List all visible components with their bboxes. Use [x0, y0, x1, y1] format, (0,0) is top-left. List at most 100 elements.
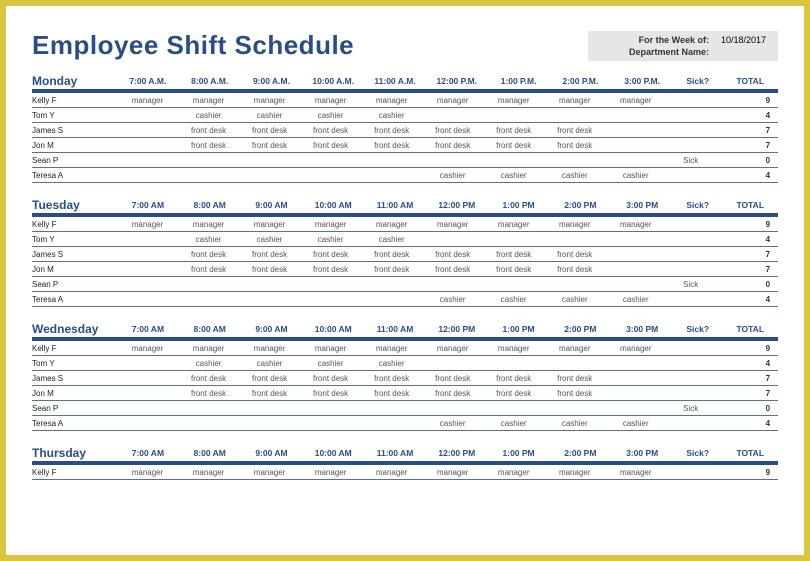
shift-cell: front desk [483, 374, 544, 383]
time-header: 1:00 PM [488, 195, 550, 213]
employee-name: Teresa A [32, 295, 117, 304]
time-header: 9:00 A.M. [241, 71, 303, 89]
day-name: Thursday [32, 443, 117, 461]
total-cell: 9 [715, 96, 778, 105]
time-header: 1:00 PM [488, 443, 550, 461]
table-row: Jon Mfront deskfront deskfront deskfront… [32, 386, 778, 401]
table-row: Tom Ycashiercashiercashiercashier4 [32, 108, 778, 123]
time-header: 8:00 AM [179, 443, 241, 461]
time-header: 3:00 PM [611, 319, 673, 337]
shift-cell: front desk [178, 126, 239, 135]
table-row: Sean PSick0 [32, 401, 778, 416]
employee-name: James S [32, 250, 117, 259]
shift-cell: manager [239, 344, 300, 353]
shift-cell: cashier [239, 359, 300, 368]
employee-name: Kelly F [32, 220, 117, 229]
employee-name: Jon M [32, 141, 117, 150]
table-row: Teresa Acashiercashiercashiercashier4 [32, 168, 778, 183]
table-row: Jon Mfront deskfront deskfront deskfront… [32, 138, 778, 153]
shift-cell: manager [422, 96, 483, 105]
shift-cell: front desk [239, 389, 300, 398]
time-header: 12:00 PM [426, 319, 488, 337]
time-header: 7:00 A.M. [117, 71, 179, 89]
day-block: Tuesday7:00 AM8:00 AM9:00 AM10:00 AM11:0… [32, 195, 778, 307]
shift-cell: cashier [239, 111, 300, 120]
time-header: 2:00 PM [549, 195, 611, 213]
shift-cell: cashier [178, 111, 239, 120]
day-header: Tuesday7:00 AM8:00 AM9:00 AM10:00 AM11:0… [32, 195, 778, 217]
table-row: Teresa Acashiercashiercashiercashier4 [32, 292, 778, 307]
time-header: 1:00 PM [488, 319, 550, 337]
shift-cell: manager [117, 220, 178, 229]
shift-cell: cashier [300, 235, 361, 244]
shift-cell: front desk [483, 250, 544, 259]
shift-cell: manager [544, 220, 605, 229]
employee-name: Tom Y [32, 111, 117, 120]
shift-cell: manager [605, 220, 666, 229]
shift-cell: front desk [422, 126, 483, 135]
employee-name: Kelly F [32, 344, 117, 353]
shift-cell: manager [300, 220, 361, 229]
total-cell: 7 [715, 374, 778, 383]
shift-cell: front desk [483, 141, 544, 150]
shift-cell: cashier [544, 295, 605, 304]
total-header: TOTAL [722, 319, 778, 337]
employee-name: Sean P [32, 280, 117, 289]
shift-cell: cashier [605, 295, 666, 304]
shift-cell: front desk [422, 141, 483, 150]
shift-cell: manager [483, 220, 544, 229]
shift-cell: cashier [178, 235, 239, 244]
shift-cell: manager [178, 468, 239, 477]
total-header: TOTAL [722, 195, 778, 213]
time-header: 7:00 AM [117, 319, 179, 337]
day-header: Thursday7:00 AM8:00 AM9:00 AM10:00 AM11:… [32, 443, 778, 465]
day-header: Wednesday7:00 AM8:00 AM9:00 AM10:00 AM11… [32, 319, 778, 341]
employee-name: Sean P [32, 156, 117, 165]
shift-cell: front desk [239, 141, 300, 150]
shift-cell: front desk [239, 374, 300, 383]
shift-cell: front desk [544, 126, 605, 135]
table-row: Kelly Fmanagermanagermanagermanagermanag… [32, 341, 778, 356]
shift-cell: cashier [361, 111, 422, 120]
time-header: 11:00 AM [364, 195, 426, 213]
shift-cell: front desk [178, 141, 239, 150]
meta-week-label: For the Week of: [596, 35, 709, 45]
table-row: Kelly Fmanagermanagermanagermanagermanag… [32, 465, 778, 480]
employee-name: James S [32, 374, 117, 383]
shift-cell: manager [117, 468, 178, 477]
employee-name: James S [32, 126, 117, 135]
table-row: Jon Mfront deskfront deskfront deskfront… [32, 262, 778, 277]
time-header: 10:00 AM [302, 195, 364, 213]
shift-cell: front desk [544, 265, 605, 274]
shift-cell: cashier [422, 295, 483, 304]
shift-cell: manager [117, 344, 178, 353]
shift-cell: front desk [178, 250, 239, 259]
employee-name: Teresa A [32, 419, 117, 428]
sick-header: Sick? [673, 319, 722, 337]
total-cell: 4 [715, 359, 778, 368]
meta-dept-label: Department Name: [596, 47, 709, 57]
shift-cell: front desk [239, 250, 300, 259]
shift-cell: front desk [300, 265, 361, 274]
time-header: 9:00 AM [241, 195, 303, 213]
shift-cell: front desk [178, 389, 239, 398]
shift-cell: manager [483, 468, 544, 477]
shift-cell: cashier [483, 419, 544, 428]
shift-cell: manager [361, 220, 422, 229]
shift-cell: front desk [544, 141, 605, 150]
shift-cell: front desk [239, 126, 300, 135]
shift-cell: manager [483, 96, 544, 105]
employee-name: Sean P [32, 404, 117, 413]
total-cell: 7 [715, 126, 778, 135]
shift-cell: cashier [422, 171, 483, 180]
shift-cell: cashier [605, 171, 666, 180]
shift-cell: front desk [361, 126, 422, 135]
time-header: 12:00 P.M. [426, 71, 488, 89]
shift-cell: front desk [422, 265, 483, 274]
total-cell: 4 [715, 111, 778, 120]
table-row: Kelly Fmanagermanagermanagermanagermanag… [32, 93, 778, 108]
shift-cell: manager [178, 344, 239, 353]
shift-cell: cashier [544, 171, 605, 180]
total-cell: 7 [715, 250, 778, 259]
time-header: 9:00 AM [241, 443, 303, 461]
